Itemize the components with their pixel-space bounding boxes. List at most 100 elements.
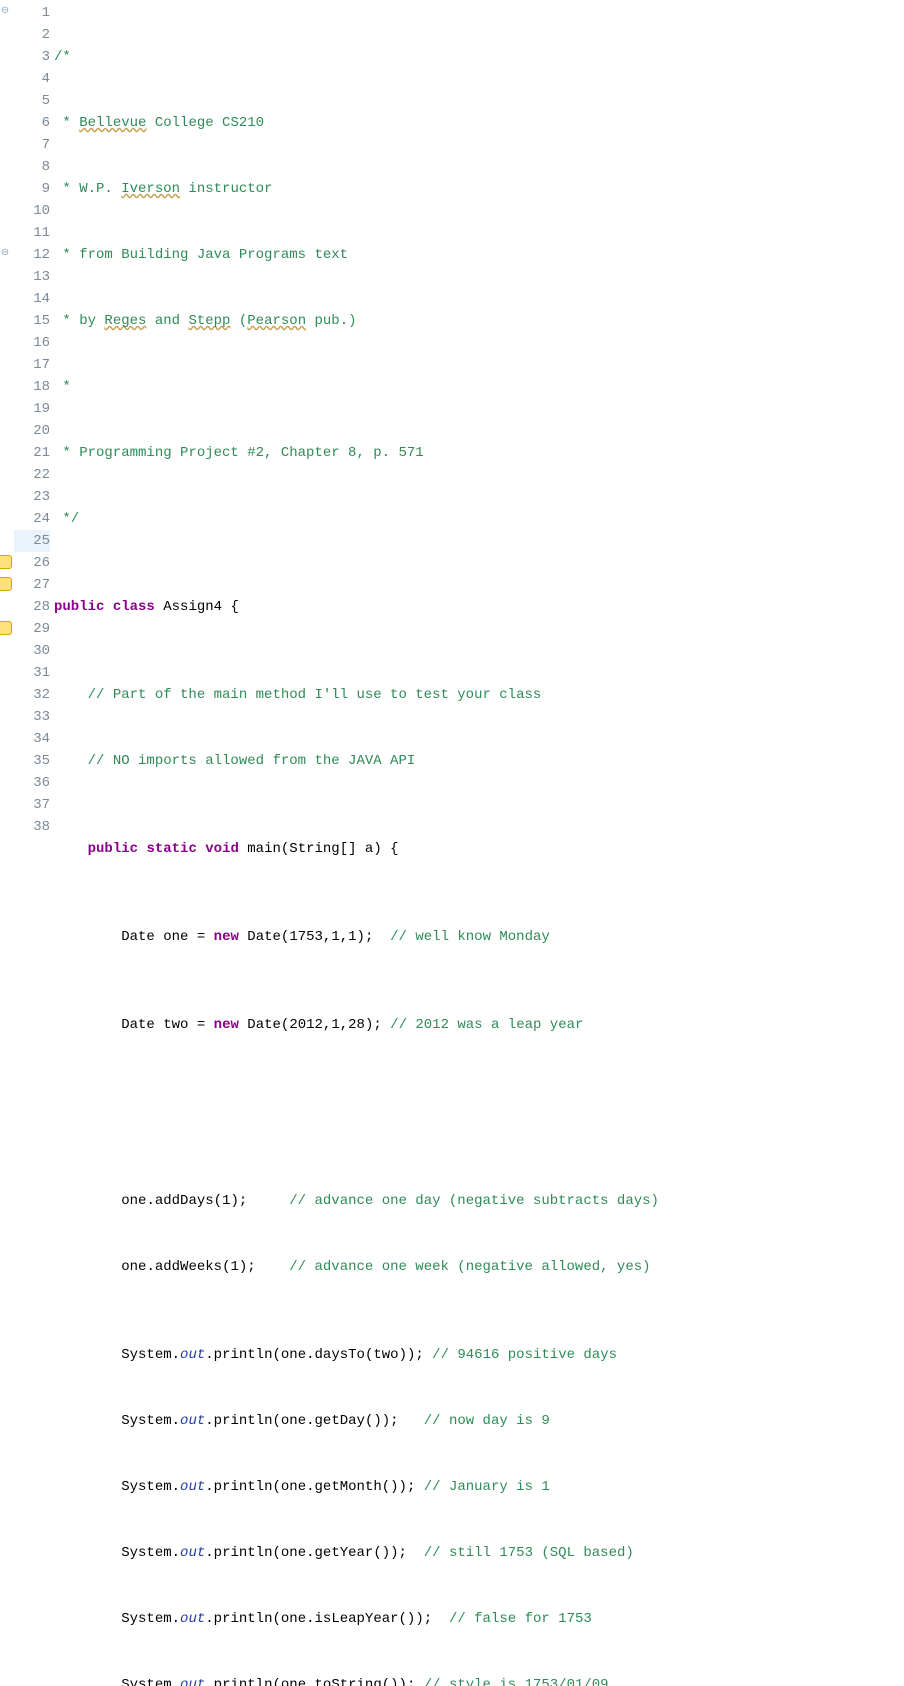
code-line[interactable]: System.out.println(one.getYear()); // st… <box>54 1542 904 1564</box>
fold-marker-icon[interactable]: ⊖ <box>0 5 12 19</box>
type: Date <box>247 929 281 945</box>
code-line[interactable]: System.out.println(one.getDay()); // now… <box>54 1410 904 1432</box>
line-number: 10 <box>14 200 50 222</box>
comment: // 94616 positive days <box>432 1347 617 1363</box>
comment: // style is 1753/01/09 <box>424 1677 609 1686</box>
line-number: 21 <box>14 442 50 464</box>
line-number: 16 <box>14 332 50 354</box>
comment: * from Building Java Programs text <box>54 247 348 263</box>
line-number: 7 <box>14 134 50 156</box>
static-field: out <box>180 1347 205 1363</box>
code-line[interactable]: System.out.println(one.daysTo(two)); // … <box>54 1344 904 1366</box>
method-call: addWeeks <box>155 1259 222 1275</box>
line-number: 15 <box>14 310 50 332</box>
static-field: out <box>180 1479 205 1495</box>
line-number: 33 <box>14 706 50 728</box>
code-line[interactable] <box>54 1102 904 1124</box>
keyword: new <box>214 929 239 945</box>
line-number: 3 <box>14 46 50 68</box>
code-line[interactable]: public class Assign4 { <box>54 596 904 618</box>
line-number: 20 <box>14 420 50 442</box>
keyword: class <box>113 599 155 615</box>
line-number: 22 <box>14 464 50 486</box>
line-number: 5 <box>14 90 50 112</box>
comment: */ <box>54 511 79 527</box>
line-number: 4 <box>14 68 50 90</box>
code-line[interactable]: * <box>54 376 904 398</box>
comment: // January is 1 <box>424 1479 550 1495</box>
line-number: 35 <box>14 750 50 772</box>
comment: * Programming Project #2, Chapter 8, p. … <box>54 445 424 461</box>
code-line[interactable]: one.addDays(1); // advance one day (nega… <box>54 1190 904 1212</box>
fold-marker-icon[interactable]: ⊖ <box>0 247 12 261</box>
line-number-gutter: 1 2 3 4 5 6 7 8 9 10 11 12 13 14 15 16 1… <box>14 2 54 1686</box>
warning-marker-icon[interactable] <box>0 621 12 635</box>
comment: * by Reges and Stepp (Pearson pub.) <box>54 313 357 329</box>
code-line[interactable]: Date one = new Date(1753,1,1); // well k… <box>54 926 904 948</box>
code-line[interactable]: public static void main(String[] a) { <box>54 838 904 860</box>
code-line[interactable]: * Bellevue College CS210 <box>54 112 904 134</box>
line-number: 18 <box>14 376 50 398</box>
line-number: 8 <box>14 156 50 178</box>
code-line[interactable]: */ <box>54 508 904 530</box>
comment: * W.P. Iverson instructor <box>54 181 272 197</box>
code-line[interactable]: System.out.println(one.toString()); // s… <box>54 1674 904 1686</box>
class-name: Assign4 <box>163 599 222 615</box>
code-area[interactable]: /* * Bellevue College CS210 * W.P. Ivers… <box>54 2 904 1686</box>
line-number: 19 <box>14 398 50 420</box>
line-number: 36 <box>14 772 50 794</box>
line-number: 11 <box>14 222 50 244</box>
line-number: 38 <box>14 816 50 838</box>
keyword: new <box>214 1017 239 1033</box>
line-number: 9 <box>14 178 50 200</box>
comment: // still 1753 (SQL based) <box>424 1545 634 1561</box>
keyword: public <box>88 841 138 857</box>
line-number: 31 <box>14 662 50 684</box>
code-line[interactable]: one.addWeeks(1); // advance one week (ne… <box>54 1256 904 1278</box>
comment: // false for 1753 <box>449 1611 592 1627</box>
keyword: static <box>146 841 196 857</box>
line-number: 27 <box>14 574 50 596</box>
line-number: 1 <box>14 2 50 24</box>
comment: // Part of the main method I'll use to t… <box>88 687 542 703</box>
code-line[interactable]: // Part of the main method I'll use to t… <box>54 684 904 706</box>
comment: // advance one week (negative allowed, y… <box>289 1259 650 1275</box>
variable: two <box>163 1017 188 1033</box>
type: Date <box>247 1017 281 1033</box>
line-number: 17 <box>14 354 50 376</box>
static-field: out <box>180 1413 205 1429</box>
warning-marker-icon[interactable] <box>0 555 12 569</box>
line-number: 30 <box>14 640 50 662</box>
line-number: 6 <box>14 112 50 134</box>
code-line[interactable]: /* <box>54 46 904 68</box>
code-line[interactable]: System.out.println(one.getMonth()); // J… <box>54 1476 904 1498</box>
line-number: 25 <box>14 530 50 552</box>
comment: // now day is 9 <box>424 1413 550 1429</box>
code-line[interactable]: * Programming Project #2, Chapter 8, p. … <box>54 442 904 464</box>
keyword: void <box>205 841 239 857</box>
comment: * Bellevue College CS210 <box>54 115 264 131</box>
code-line[interactable]: * W.P. Iverson instructor <box>54 178 904 200</box>
static-field: out <box>180 1545 205 1561</box>
warning-marker-icon[interactable] <box>0 577 12 591</box>
code-line[interactable]: * by Reges and Stepp (Pearson pub.) <box>54 310 904 332</box>
code-line[interactable]: * from Building Java Programs text <box>54 244 904 266</box>
comment: // advance one day (negative subtracts d… <box>289 1193 659 1209</box>
type: String <box>289 841 339 857</box>
type: Date <box>121 1017 155 1033</box>
comment: // 2012 was a leap year <box>390 1017 583 1033</box>
code-line[interactable]: Date two = new Date(2012,1,28); // 2012 … <box>54 1014 904 1036</box>
code-editor[interactable]: ⊖ ⊖ 1 2 3 4 5 6 7 8 9 10 11 12 13 14 15 … <box>0 0 904 1686</box>
keyword: public <box>54 599 104 615</box>
variable: one <box>163 929 188 945</box>
line-number: 13 <box>14 266 50 288</box>
line-number: 29 <box>14 618 50 640</box>
method-call: addDays <box>155 1193 214 1209</box>
comment: // NO imports allowed from the JAVA API <box>88 753 416 769</box>
method-name: main <box>247 841 281 857</box>
comment: /* <box>54 49 71 65</box>
code-line[interactable]: System.out.println(one.isLeapYear()); //… <box>54 1608 904 1630</box>
comment: * <box>54 379 71 395</box>
code-line[interactable]: // NO imports allowed from the JAVA API <box>54 750 904 772</box>
line-number: 26 <box>14 552 50 574</box>
